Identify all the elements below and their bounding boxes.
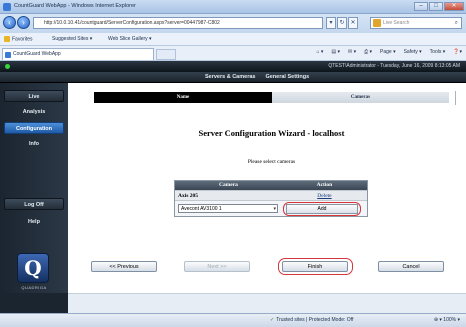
previous-button[interactable]: << Previous [91, 261, 157, 272]
close-button[interactable]: ✕ [444, 2, 464, 11]
browser-tab-title: CountGuard WebApp [13, 51, 61, 57]
sidebar-item-log-off[interactable]: Log Off [4, 198, 64, 210]
stop-icon[interactable]: ✕ [348, 17, 358, 29]
page-icon [5, 52, 11, 58]
content-tabs: Name Cameras [94, 91, 456, 105]
safety-menu[interactable]: Safety ▾ [404, 49, 422, 55]
cancel-button[interactable]: Cancel [378, 261, 444, 272]
new-tab-button[interactable] [156, 49, 176, 60]
action-column-header: Action [316, 182, 333, 188]
address-row: ‹ › http://10.0.10.41/countguard/ServerC… [0, 14, 466, 33]
refresh-icon[interactable]: ↻ [337, 17, 347, 29]
command-bar: ⌂ ▾ ▤ ▾ ✉ ▾ ⎙ ▾ Page ▾ Safety ▾ Tools ▾ … [308, 49, 462, 55]
sidebar: Live Analysis Configuration Info Log Off… [0, 83, 68, 327]
live-search-icon [373, 19, 381, 27]
wizard-title: Server Configuration Wizard - localhost [198, 128, 345, 138]
forward-button[interactable]: › [17, 16, 30, 29]
scrollbar[interactable] [455, 91, 461, 105]
address-input[interactable]: http://10.0.10.41/countguard/ServerConfi… [33, 17, 323, 29]
dropdown-icon[interactable]: ▾ [326, 17, 336, 29]
user-info: QTEST\Administrator - Tuesday, June 16, … [328, 63, 460, 69]
tab-cameras[interactable]: Cameras [272, 92, 449, 103]
home-icon[interactable]: ⌂ ▾ [316, 49, 323, 55]
wizard-buttons: << Previous Next >> Finish Cancel [68, 254, 466, 293]
sidebar-item-live[interactable]: Live [4, 90, 64, 102]
quadriga-logo: Q [17, 253, 49, 283]
zoom-control[interactable]: ⊕ ▾ 100% ▾ [434, 317, 460, 323]
camera-name: Axis 205 [178, 193, 199, 199]
app-nav: Servers & Cameras General Settings [0, 72, 466, 83]
browser-title-bar: CountGuard WebApp - Windows Internet Exp… [0, 0, 466, 14]
search-placeholder: Live Search [383, 20, 410, 26]
browser-tab-row: CountGuard WebApp ⌂ ▾ ▤ ▾ ✉ ▾ ⎙ ▾ Page ▾… [0, 46, 466, 61]
mail-icon[interactable]: ✉ ▾ [348, 49, 356, 55]
brand-name: QUADRIGA [21, 285, 47, 290]
camera-column-header: Camera [218, 182, 238, 188]
next-button[interactable]: Next >> [184, 261, 250, 272]
add-button[interactable]: Add [286, 204, 358, 214]
content-footer [68, 293, 466, 313]
sidebar-footer [0, 293, 68, 313]
sidebar-item-analysis[interactable]: Analysis [4, 106, 64, 118]
table-header: Camera Action [175, 181, 367, 190]
nav-servers-cameras[interactable]: Servers & Cameras [205, 74, 255, 80]
minimize-button[interactable]: – [414, 2, 428, 11]
sidebar-item-info[interactable]: Info [4, 138, 64, 150]
search-input[interactable]: Live Search ⌕ [370, 17, 462, 29]
status-bar: ✓ Trusted sites | Protected Mode: Off ⊕ ▾… [0, 313, 466, 327]
status-indicator-icon [5, 64, 10, 69]
delete-link[interactable]: Delete [282, 191, 367, 200]
check-icon: ✓ [270, 317, 275, 323]
magnifier-icon[interactable]: ⌕ [455, 18, 458, 28]
window-title: CountGuard WebApp - Windows Internet Exp… [14, 3, 136, 9]
tools-menu[interactable]: Tools ▾ [430, 49, 446, 55]
camera-select[interactable]: Avecont AV3100 1 ▾ [178, 204, 278, 213]
favorites-bar: Favorites Suggested Sites ▾ Web Slice Ga… [0, 33, 466, 46]
help-icon[interactable]: ❓▾ [453, 49, 462, 55]
camera-select-value: Avecont AV3100 1 [181, 206, 222, 212]
wizard-instruction: Please select cameras [247, 159, 296, 165]
ie-icon [3, 3, 11, 11]
star-icon [4, 36, 10, 42]
feeds-icon[interactable]: ▤ ▾ [331, 49, 340, 55]
sidebar-item-configuration[interactable]: Configuration [4, 122, 64, 134]
page-menu[interactable]: Page ▾ [380, 49, 396, 55]
security-zone[interactable]: ✓ Trusted sites | Protected Mode: Off [270, 317, 353, 323]
nav-general-settings[interactable]: General Settings [265, 74, 309, 80]
print-icon[interactable]: ⎙ ▾ [364, 49, 372, 55]
favorites-button[interactable]: Favorites [4, 36, 33, 42]
suggested-sites-link[interactable]: Suggested Sites ▾ [52, 36, 92, 42]
table-row: Axis 205 Delete [175, 190, 367, 200]
camera-table: Camera Action Axis 205 Delete Avecont AV… [174, 180, 368, 217]
maximize-button[interactable]: □ [429, 2, 443, 11]
sidebar-item-help[interactable]: Help [4, 216, 64, 228]
browser-tab[interactable]: CountGuard WebApp [2, 48, 154, 60]
web-slice-gallery-link[interactable]: Web Slice Gallery ▾ [108, 36, 152, 42]
chevron-down-icon: ▾ [273, 206, 276, 212]
add-camera-row: Avecont AV3100 1 ▾ Add [175, 200, 367, 216]
address-text: http://10.0.10.41/countguard/ServerConfi… [44, 20, 220, 26]
app-header: QTEST\Administrator - Tuesday, June 16, … [0, 61, 466, 72]
back-button[interactable]: ‹ [3, 16, 16, 29]
finish-button[interactable]: Finish [282, 261, 348, 272]
tab-name[interactable]: Name [94, 92, 272, 103]
